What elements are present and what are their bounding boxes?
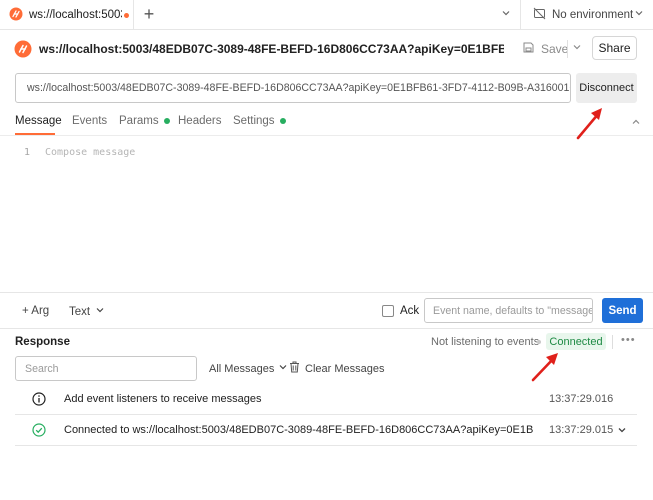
listening-status[interactable]: Not listening to events bbox=[431, 336, 539, 348]
clear-messages-label: Clear Messages bbox=[305, 362, 385, 375]
save-label: Save bbox=[541, 42, 569, 56]
filter-label: All Messages bbox=[209, 362, 275, 375]
annotation-arrow-icon bbox=[576, 108, 602, 140]
compose-placeholder: Compose message bbox=[45, 147, 136, 158]
tab-bar: ws://localhost:5003/48E + No environment bbox=[0, 0, 653, 30]
environment-selector[interactable]: No environment bbox=[520, 0, 653, 30]
message-row[interactable]: Add event listeners to receive messages … bbox=[15, 384, 637, 415]
message-text: Connected to ws://localhost:5003/48EDB07… bbox=[64, 424, 534, 436]
expand-chevron-down-icon[interactable] bbox=[616, 424, 628, 439]
tab-settings[interactable]: Settings bbox=[233, 115, 286, 127]
message-text: Add event listeners to receive messages bbox=[64, 393, 262, 405]
collapse-chevron-up-icon[interactable] bbox=[630, 116, 642, 131]
format-label: Text bbox=[69, 305, 91, 318]
request-tab[interactable]: ws://localhost:5003/48E bbox=[0, 0, 134, 30]
tab-params[interactable]: Params bbox=[119, 115, 170, 127]
websocket-icon bbox=[9, 7, 23, 24]
check-circle-icon bbox=[32, 423, 46, 440]
no-environment-icon bbox=[533, 7, 546, 23]
message-time: 13:37:29.016 bbox=[549, 393, 614, 405]
annotation-arrow-icon bbox=[531, 353, 558, 382]
request-subtabs: Message Events Params Headers Settings bbox=[0, 111, 653, 135]
tab-message[interactable]: Message bbox=[15, 115, 62, 127]
tab-events[interactable]: Events bbox=[72, 115, 107, 127]
tab-settings-label: Settings bbox=[233, 115, 275, 127]
response-title: Response bbox=[15, 336, 70, 348]
tab-title: ws://localhost:5003/48E bbox=[29, 9, 122, 21]
save-button[interactable]: Save bbox=[522, 38, 568, 60]
message-editor[interactable]: 1 Compose message bbox=[0, 136, 653, 292]
format-chevron-down-icon bbox=[90, 305, 105, 318]
filter-chevron-down-icon bbox=[274, 362, 288, 375]
message-row[interactable]: Connected to ws://localhost:5003/48EDB07… bbox=[15, 415, 637, 446]
info-icon bbox=[32, 392, 46, 409]
save-options-chevron-down-icon[interactable] bbox=[571, 41, 583, 56]
environment-chevron-down-icon bbox=[633, 7, 645, 22]
ack-checkbox[interactable] bbox=[382, 305, 394, 317]
clear-messages-button[interactable]: Clear Messages bbox=[289, 361, 384, 376]
divider bbox=[0, 328, 653, 329]
disconnect-button[interactable]: Disconnect bbox=[576, 73, 637, 103]
message-time: 13:37:29.015 bbox=[549, 424, 614, 436]
tab-params-label: Params bbox=[119, 115, 159, 127]
settings-status-dot bbox=[279, 118, 286, 124]
tab-headers[interactable]: Headers bbox=[178, 115, 221, 127]
request-header: ws://localhost:5003/48EDB07C-3089-48FE-B… bbox=[0, 36, 653, 62]
tabs-chevron-down-icon[interactable] bbox=[500, 7, 512, 22]
tab-events-label: Events bbox=[72, 115, 108, 127]
new-tab-plus-icon[interactable]: + bbox=[141, 4, 157, 24]
status-separator-dot bbox=[537, 340, 541, 344]
trash-icon bbox=[289, 361, 300, 376]
message-filter-dropdown[interactable]: All Messages bbox=[209, 362, 288, 375]
divider bbox=[612, 335, 613, 349]
websocket-icon bbox=[14, 40, 32, 61]
request-title[interactable]: ws://localhost:5003/48EDB07C-3089-48FE-B… bbox=[39, 42, 504, 56]
event-name-input[interactable]: Event name, defaults to "message" bbox=[424, 298, 593, 323]
divider bbox=[0, 292, 653, 293]
params-status-dot bbox=[163, 118, 170, 124]
tab-headers-label: Headers bbox=[178, 115, 222, 127]
format-selector[interactable]: Text bbox=[69, 305, 105, 318]
more-options-icon[interactable]: ••• bbox=[621, 334, 636, 346]
send-button[interactable]: Send bbox=[602, 298, 643, 323]
unsaved-dot bbox=[124, 12, 129, 18]
ack-label: Ack bbox=[400, 305, 420, 317]
url-input[interactable]: ws://localhost:5003/48EDB07C-3089-48FE-B… bbox=[15, 73, 571, 103]
share-button[interactable]: Share bbox=[592, 36, 637, 60]
message-toolbar: + Arg Text Ack Event name, defaults to "… bbox=[0, 297, 653, 325]
add-arg-button[interactable]: + Arg bbox=[22, 305, 49, 317]
search-input[interactable]: Search bbox=[15, 356, 197, 381]
save-icon bbox=[522, 41, 535, 57]
tab-message-label: Message bbox=[15, 115, 62, 127]
line-number: 1 bbox=[24, 147, 31, 158]
save-divider bbox=[567, 40, 568, 58]
environment-label: No environment bbox=[552, 9, 634, 21]
